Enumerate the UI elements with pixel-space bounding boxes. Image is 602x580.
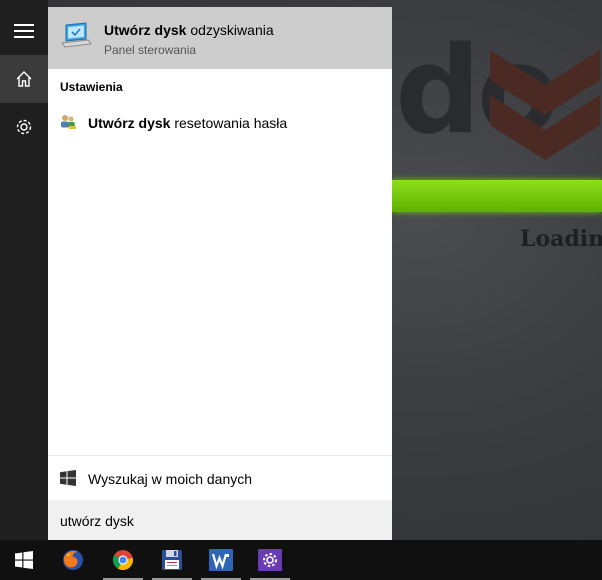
floppy-save-icon (162, 550, 182, 570)
background-loading-text: Loadin (520, 226, 602, 252)
settings-result-title-bold: Utwórz dysk (88, 115, 171, 131)
search-my-data-button[interactable]: Wyszukaj w moich danych (48, 465, 392, 493)
home-icon (16, 71, 32, 87)
wps-writer-icon (209, 549, 233, 571)
hamburger-menu-icon (14, 24, 34, 38)
firefox-icon (63, 550, 83, 570)
search-query-text: utwórz dysk (60, 513, 134, 529)
background-chevron-logo (490, 50, 600, 160)
taskbar-save-app[interactable] (152, 540, 192, 580)
taskbar (0, 540, 602, 580)
settings-app-icon (258, 549, 282, 571)
best-match-result[interactable]: Utwórz dysk odzyskiwania Panel sterowani… (48, 7, 392, 69)
settings-button[interactable] (0, 103, 48, 151)
settings-result-item[interactable]: Utwórz dysk resetowania hasła (48, 107, 392, 137)
background-progress-bar (392, 180, 602, 212)
start-button[interactable] (4, 540, 44, 580)
best-match-subtitle: Panel sterowania (104, 43, 197, 57)
panel-divider (48, 455, 392, 456)
best-match-title-bold: Utwórz dysk (104, 22, 187, 38)
settings-result-title-rest: resetowania hasła (170, 115, 288, 131)
taskbar-wps-writer[interactable] (201, 540, 241, 580)
search-my-data-label: Wyszukaj w moich danych (88, 471, 253, 487)
settings-gear-icon (16, 119, 32, 135)
home-button[interactable] (0, 55, 48, 103)
laptop-recovery-icon (61, 22, 92, 48)
hamburger-menu-button[interactable] (0, 7, 48, 55)
taskbar-firefox[interactable] (53, 540, 93, 580)
settings-result-title: Utwórz dysk resetowania hasła (88, 115, 287, 131)
windows-logo-icon (60, 470, 76, 486)
chrome-icon (112, 550, 134, 571)
search-input[interactable]: utwórz dysk (48, 500, 392, 540)
users-key-icon (61, 115, 76, 129)
search-results-panel: Utwórz dysk odzyskiwania Panel sterowani… (48, 7, 392, 540)
taskbar-chrome[interactable] (103, 540, 143, 580)
taskbar-settings-app[interactable] (250, 540, 290, 580)
best-match-title-rest: odzyskiwania (186, 22, 274, 38)
windows-logo-icon (15, 551, 33, 569)
settings-section-header: Ustawienia (60, 80, 123, 94)
best-match-title: Utwórz dysk odzyskiwania (104, 22, 274, 38)
start-left-rail (0, 0, 48, 540)
